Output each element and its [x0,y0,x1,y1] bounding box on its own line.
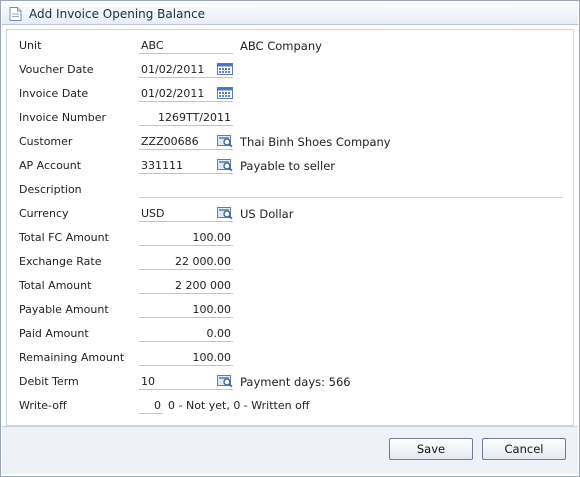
paid-amount-input[interactable]: 0.00 [139,324,233,342]
remaining-amount-row: Remaining Amount 100.00 [7,348,567,368]
customer-value: ZZZ00686 [141,135,199,148]
debit-term-value: 10 [141,375,155,388]
voucher-date-input[interactable]: 01/02/2011 [139,60,233,78]
ap-account-input[interactable]: 331111 [139,156,233,174]
lookup-icon[interactable] [217,374,233,388]
description-input[interactable] [139,180,563,198]
dialog-title: Add Invoice Opening Balance [29,7,206,21]
exchange-rate-input[interactable]: 22 000.00 [139,252,233,270]
total-fc-amount-input[interactable]: 100.00 [139,228,233,246]
write-off-hint: 0 - Not yet, 0 - Written off [168,399,310,412]
remaining-amount-label: Remaining Amount [19,351,125,364]
currency-label: Currency [19,207,69,220]
voucher-date-label: Voucher Date [19,63,94,76]
currency-input[interactable]: USD [139,204,233,222]
write-off-value: 0 [154,399,161,412]
total-amount-value: 2 200 000 [175,279,231,292]
remaining-amount-value: 100.00 [192,351,232,364]
exchange-rate-row: Exchange Rate 22 000.00 [7,252,567,272]
write-off-row: Write-off 0 0 - Not yet, 0 - Written off [7,396,567,416]
title-bar[interactable]: Add Invoice Opening Balance [2,2,578,25]
total-fc-amount-row: Total FC Amount 100.00 [7,228,567,248]
debit-term-input[interactable]: 10 [139,372,233,390]
total-amount-input[interactable]: 2 200 000 [139,276,233,294]
invoice-date-input[interactable]: 01/02/2011 [139,84,233,102]
dialog-footer: Save Cancel [2,426,578,474]
total-fc-amount-value: 100.00 [192,231,232,244]
invoice-date-row: Invoice Date 01/02/2011 [7,84,567,104]
form-panel: Unit ABC ABC Company Voucher Date 01/02/… [6,29,574,426]
write-off-label: Write-off [19,399,67,412]
debit-term-label: Debit Term [19,375,79,388]
unit-value: ABC [141,39,164,52]
lookup-icon[interactable] [217,134,233,148]
paid-amount-label: Paid Amount [19,327,89,340]
currency-description: US Dollar [240,207,294,221]
exchange-rate-value: 22 000.00 [175,255,231,268]
unit-description: ABC Company [240,39,322,53]
voucher-date-value: 01/02/2011 [141,63,205,76]
ap-account-row: AP Account 331111 Payable to seller [7,156,567,176]
debit-term-description: Payment days: 566 [240,375,351,389]
total-amount-row: Total Amount 2 200 000 [7,276,567,296]
total-amount-label: Total Amount [19,279,92,292]
invoice-number-value: 1269TT/2011 [158,111,231,124]
lookup-icon[interactable] [217,206,233,220]
debit-term-row: Debit Term 10 Payment days: 566 [7,372,567,392]
write-off-input[interactable]: 0 [139,396,163,414]
customer-row: Customer ZZZ00686 Thai Binh Shoes Compan… [7,132,567,152]
document-icon [9,7,22,21]
invoice-number-input[interactable]: 1269TT/2011 [139,108,233,126]
invoice-date-value: 01/02/2011 [141,87,205,100]
payable-amount-input[interactable]: 100.00 [139,300,233,318]
customer-input[interactable]: ZZZ00686 [139,132,233,150]
calendar-icon[interactable] [217,86,233,99]
unit-row: Unit ABC ABC Company [7,36,567,56]
ap-account-value: 331111 [141,159,183,172]
description-label: Description [19,183,82,196]
customer-label: Customer [19,135,73,148]
payable-amount-row: Payable Amount 100.00 [7,300,567,320]
invoice-number-label: Invoice Number [19,111,107,124]
invoice-number-row: Invoice Number 1269TT/2011 [7,108,567,128]
currency-row: Currency USD US Dollar [7,204,567,224]
paid-amount-row: Paid Amount 0.00 [7,324,567,344]
customer-description: Thai Binh Shoes Company [240,135,391,149]
currency-value: USD [141,207,165,220]
calendar-icon[interactable] [217,62,233,75]
remaining-amount-input[interactable]: 100.00 [139,348,233,366]
invoice-date-label: Invoice Date [19,87,89,100]
cancel-button[interactable]: Cancel [482,438,566,460]
payable-amount-label: Payable Amount [19,303,109,316]
save-button[interactable]: Save [389,438,473,460]
voucher-date-row: Voucher Date 01/02/2011 [7,60,567,80]
ap-account-label: AP Account [19,159,82,172]
unit-label: Unit [19,39,42,52]
payable-amount-value: 100.00 [192,303,232,316]
paid-amount-value: 0.00 [206,327,232,340]
unit-input[interactable]: ABC [139,36,233,54]
exchange-rate-label: Exchange Rate [19,255,102,268]
description-row: Description [7,180,567,200]
lookup-icon[interactable] [217,158,233,172]
ap-account-description: Payable to seller [240,159,336,173]
dialog-window: Add Invoice Opening Balance Unit ABC ABC… [0,0,580,477]
total-fc-amount-label: Total FC Amount [19,231,109,244]
